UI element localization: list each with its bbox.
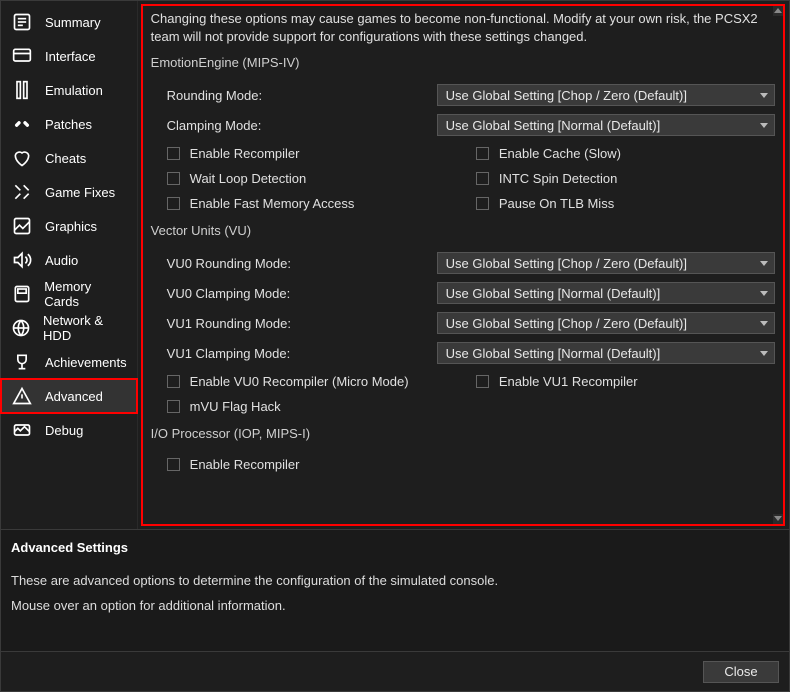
sidebar-item-label: Debug: [45, 423, 83, 438]
sidebar-item-achievements[interactable]: Achievements: [1, 345, 137, 379]
audio-icon: [11, 249, 33, 271]
ee-rounding-label: Rounding Mode:: [167, 88, 437, 103]
ee-rounding-select[interactable]: Use Global Setting [Chop / Zero (Default…: [437, 84, 775, 106]
section-title-vu: Vector Units (VU): [151, 223, 775, 238]
sidebar-item-interface[interactable]: Interface: [1, 39, 137, 73]
info-title: Advanced Settings: [11, 540, 779, 555]
cheats-icon: [11, 147, 33, 169]
vu1-clamping-label: VU1 Clamping Mode:: [167, 346, 437, 361]
sidebar-item-label: Emulation: [45, 83, 103, 98]
ee-clamping-select[interactable]: Use Global Setting [Normal (Default)]: [437, 114, 775, 136]
sidebar-item-debug[interactable]: Debug: [1, 413, 137, 447]
sidebar-item-memory-cards[interactable]: Memory Cards: [1, 277, 137, 311]
sidebar-item-emulation[interactable]: Emulation: [1, 73, 137, 107]
memory-cards-icon: [11, 283, 32, 305]
dialog-footer: Close: [1, 651, 789, 691]
chevron-down-icon: [760, 291, 768, 296]
sidebar-item-advanced[interactable]: Advanced: [1, 379, 137, 413]
ee-clamping-value: Use Global Setting [Normal (Default)]: [446, 118, 661, 133]
network-icon: [11, 317, 31, 339]
summary-icon: [11, 11, 33, 33]
chevron-down-icon: [760, 123, 768, 128]
info-line-2: Mouse over an option for additional info…: [11, 594, 779, 619]
sidebar-item-label: Network & HDD: [43, 313, 127, 343]
sidebar-item-audio[interactable]: Audio: [1, 243, 137, 277]
sidebar-item-label: Patches: [45, 117, 92, 132]
ee-fast-memory-access[interactable]: Enable Fast Memory Access: [167, 196, 466, 211]
mvu-flag-hack[interactable]: mVU Flag Hack: [167, 399, 466, 414]
section-title-iop: I/O Processor (IOP, MIPS-I): [151, 426, 775, 441]
vu1-rounding-label: VU1 Rounding Mode:: [167, 316, 437, 331]
scroll-up[interactable]: [773, 6, 783, 16]
vu0-clamping-select[interactable]: Use Global Setting [Normal (Default)]: [437, 282, 775, 304]
sidebar: Summary Interface Emulation Patches: [1, 1, 138, 529]
ee-enable-cache[interactable]: Enable Cache (Slow): [476, 146, 775, 161]
patches-icon: [11, 113, 33, 135]
ee-enable-recompiler[interactable]: Enable Recompiler: [167, 146, 466, 161]
sidebar-item-label: Cheats: [45, 151, 86, 166]
warning-text: Changing these options may cause games t…: [151, 10, 775, 51]
scroll-down[interactable]: [773, 514, 783, 524]
sidebar-item-graphics[interactable]: Graphics: [1, 209, 137, 243]
chevron-down-icon: [760, 261, 768, 266]
achievements-icon: [11, 351, 33, 373]
sidebar-item-summary[interactable]: Summary: [1, 5, 137, 39]
vu0-rounding-label: VU0 Rounding Mode:: [167, 256, 437, 271]
sidebar-item-label: Summary: [45, 15, 101, 30]
sidebar-item-patches[interactable]: Patches: [1, 107, 137, 141]
sidebar-item-network-hdd[interactable]: Network & HDD: [1, 311, 137, 345]
chevron-down-icon: [760, 351, 768, 356]
sidebar-item-label: Advanced: [45, 389, 103, 404]
vu0-enable-recompiler[interactable]: Enable VU0 Recompiler (Micro Mode): [167, 374, 466, 389]
ee-clamping-label: Clamping Mode:: [167, 118, 437, 133]
vu0-clamping-label: VU0 Clamping Mode:: [167, 286, 437, 301]
section-title-ee: EmotionEngine (MIPS-IV): [151, 55, 775, 70]
settings-panel: Changing these options may cause games t…: [141, 4, 785, 526]
game-fixes-icon: [11, 181, 33, 203]
vu1-enable-recompiler[interactable]: Enable VU1 Recompiler: [476, 374, 775, 389]
vu0-rounding-select[interactable]: Use Global Setting [Chop / Zero (Default…: [437, 252, 775, 274]
debug-icon: [11, 419, 33, 441]
sidebar-item-label: Memory Cards: [44, 279, 126, 309]
graphics-icon: [11, 215, 33, 237]
ee-wait-loop-detection[interactable]: Wait Loop Detection: [167, 171, 466, 186]
sidebar-item-label: Game Fixes: [45, 185, 115, 200]
interface-icon: [11, 45, 33, 67]
info-panel: Advanced Settings These are advanced opt…: [1, 529, 789, 651]
ee-intc-spin-detection[interactable]: INTC Spin Detection: [476, 171, 775, 186]
chevron-down-icon: [760, 93, 768, 98]
emulation-icon: [11, 79, 33, 101]
sidebar-item-label: Graphics: [45, 219, 97, 234]
sidebar-item-cheats[interactable]: Cheats: [1, 141, 137, 175]
ee-rounding-value: Use Global Setting [Chop / Zero (Default…: [446, 88, 687, 103]
iop-enable-recompiler[interactable]: Enable Recompiler: [167, 457, 775, 472]
sidebar-item-label: Achievements: [45, 355, 127, 370]
sidebar-item-game-fixes[interactable]: Game Fixes: [1, 175, 137, 209]
close-button[interactable]: Close: [703, 661, 779, 683]
vu1-clamping-select[interactable]: Use Global Setting [Normal (Default)]: [437, 342, 775, 364]
advanced-icon: [11, 385, 33, 407]
ee-pause-on-tlb-miss[interactable]: Pause On TLB Miss: [476, 196, 775, 211]
sidebar-item-label: Interface: [45, 49, 96, 64]
vu1-rounding-select[interactable]: Use Global Setting [Chop / Zero (Default…: [437, 312, 775, 334]
sidebar-item-label: Audio: [45, 253, 78, 268]
chevron-down-icon: [760, 321, 768, 326]
info-line-1: These are advanced options to determine …: [11, 569, 779, 594]
